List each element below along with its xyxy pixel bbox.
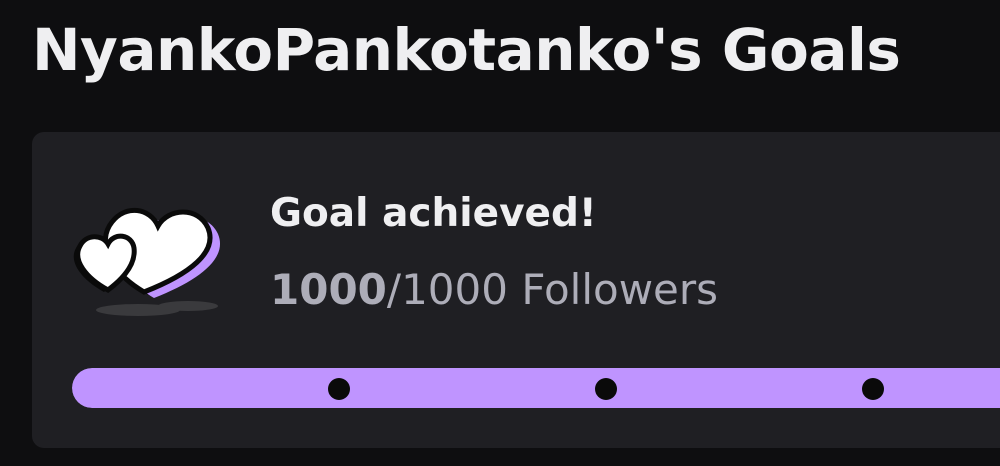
goal-target-value: 1000 [401, 265, 508, 314]
goals-page: NyankoPankotanko's Goals Goal achieved! … [0, 0, 1000, 466]
goal-progress-bar [72, 368, 1000, 408]
page-title: NyankoPankotanko's Goals [32, 16, 901, 84]
goal-separator: / [386, 265, 402, 314]
goal-progress-fill [72, 368, 1000, 408]
goal-card: Goal achieved! 1000/1000 Followers [32, 132, 1000, 448]
hearts-icon [73, 207, 221, 316]
goal-progress-text: 1000/1000 Followers [270, 264, 718, 316]
goal-milestone-marker [328, 378, 350, 400]
goal-status: Goal achieved! [270, 191, 597, 236]
goal-unit: Followers [521, 265, 719, 314]
goal-current-value: 1000 [270, 265, 387, 314]
goal-milestone-marker [595, 378, 617, 400]
goal-milestone-marker [862, 378, 884, 400]
